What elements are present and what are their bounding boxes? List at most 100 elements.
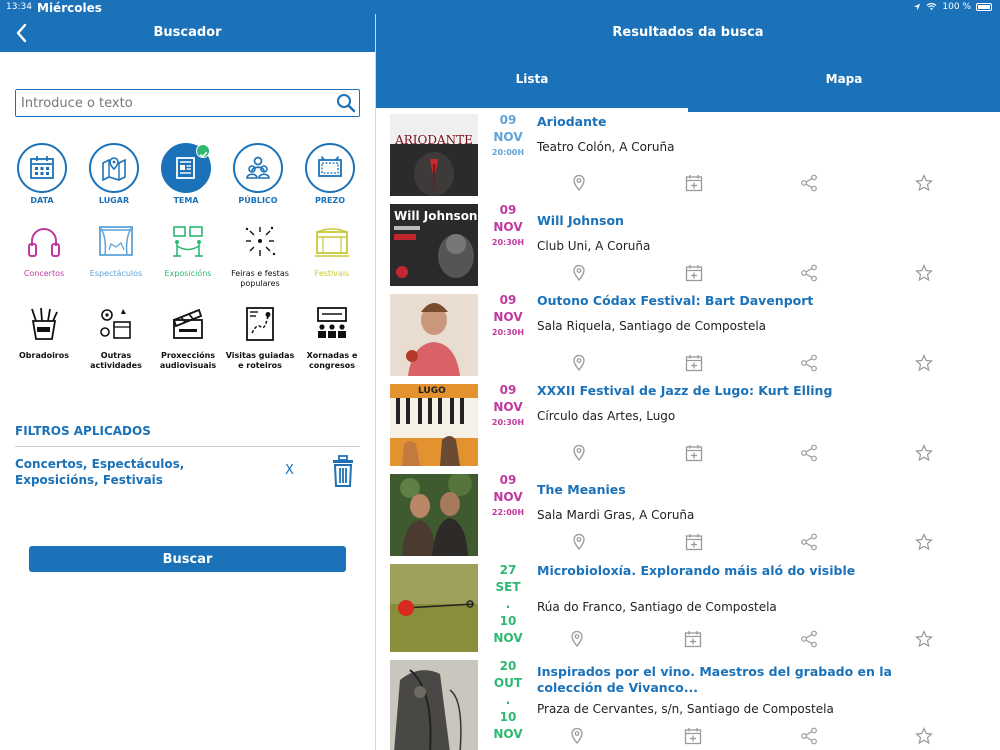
event-venue: Rúa do Franco, Santiago de Compostela <box>537 600 777 614</box>
event-thumbnail[interactable]: ARIODANTE <box>390 114 478 196</box>
favorite-star-icon[interactable] <box>915 264 933 282</box>
filter-prezo-circle <box>305 143 355 193</box>
add-calendar-icon[interactable] <box>685 264 703 282</box>
theme-concertos-label: Concertos <box>23 269 65 278</box>
event-thumbnail[interactable]: Will Johnson <box>390 204 478 286</box>
search-input[interactable] <box>16 90 335 116</box>
filter-publico[interactable]: PÚBLICO <box>222 143 294 205</box>
add-calendar-icon[interactable] <box>684 630 702 648</box>
status-bar: 13:34 Miércoles 9 de noviembre 100 % <box>0 0 1000 49</box>
event-title[interactable]: Ariodante <box>537 114 967 130</box>
filter-lugar[interactable]: LUGAR <box>78 143 150 205</box>
filter-lugar-circle <box>89 143 139 193</box>
theme-feiras[interactable]: Feiras e festas populares <box>224 223 296 289</box>
selected-check-icon <box>196 144 210 158</box>
add-calendar-icon[interactable] <box>685 444 703 462</box>
theme-xornadas-label: Xornadas e congresos <box>306 351 358 370</box>
filter-tema[interactable]: TEMA <box>150 143 222 205</box>
add-calendar-icon[interactable] <box>684 727 702 745</box>
status-time: 13:34 <box>6 2 32 12</box>
result-item[interactable]: 09 NOV 20:30H Outono Códax Festival: Bar… <box>376 292 1000 382</box>
festival-stage-icon <box>315 228 349 257</box>
add-calendar-icon[interactable] <box>685 354 703 372</box>
favorite-star-icon[interactable] <box>915 533 933 551</box>
trash-icon[interactable] <box>330 455 356 487</box>
share-icon[interactable] <box>800 354 818 372</box>
result-item[interactable]: 27 SET . 10 NOV Microbioloxía. Explorand… <box>376 562 1000 658</box>
event-thumbnail[interactable] <box>390 294 478 376</box>
event-title[interactable]: Inspirados por el vino. Maestros del gra… <box>537 664 957 696</box>
filter-prezo[interactable]: PREZO <box>294 143 366 205</box>
location-pin-icon[interactable] <box>570 444 588 462</box>
event-title[interactable]: Outono Códax Festival: Bart Davenport <box>537 293 967 309</box>
theme-obradoiros[interactable]: Obradoiros <box>8 305 80 361</box>
share-icon[interactable] <box>800 444 818 462</box>
event-venue: Círculo das Artes, Lugo <box>537 409 676 423</box>
tab-mapa[interactable]: Mapa <box>688 52 1000 112</box>
conference-icon <box>317 307 347 338</box>
battery-percentage: 100 % <box>942 2 971 12</box>
location-pin-icon[interactable] <box>570 533 588 551</box>
event-date: 09 NOV 20:00H <box>491 113 525 157</box>
search-icon[interactable] <box>335 92 357 114</box>
event-thumbnail[interactable] <box>390 474 478 556</box>
event-title[interactable]: XXXII Festival de Jazz de Lugo: Kurt Ell… <box>537 383 967 399</box>
map-pin-icon <box>102 157 126 182</box>
add-calendar-icon[interactable] <box>685 174 703 192</box>
share-icon[interactable] <box>800 630 818 648</box>
headphones-icon <box>28 228 60 257</box>
theme-exposicions[interactable]: Exposicións <box>152 223 224 279</box>
location-pin-icon[interactable] <box>568 630 586 648</box>
theme-visitas[interactable]: Visitas guiadas e roteiros <box>224 305 296 371</box>
theme-concertos[interactable]: Concertos <box>8 223 80 279</box>
wifi-icon <box>927 3 937 11</box>
favorite-star-icon[interactable] <box>915 727 933 745</box>
event-title[interactable]: The Meanies <box>537 482 967 498</box>
event-title[interactable]: Microbioloxía. Explorando máis aló do vi… <box>537 563 967 579</box>
filter-data[interactable]: DATA <box>6 143 78 205</box>
event-thumbnail[interactable]: LUGO <box>390 384 478 466</box>
favorite-star-icon[interactable] <box>915 174 933 192</box>
search-submit-button[interactable]: Buscar <box>29 546 346 572</box>
theme-feiras-label: Feiras e festas populares <box>231 269 289 288</box>
theme-visitas-label: Visitas guiadas e roteiros <box>225 351 295 370</box>
results-panel-title: Resultados da busca <box>612 25 764 40</box>
applied-filters-list: Concertos, Espectáculos, Exposicións, Fe… <box>15 457 185 487</box>
share-icon[interactable] <box>800 264 818 282</box>
event-title[interactable]: Will Johnson <box>537 213 967 229</box>
event-venue: Sala Riquela, Santiago de Compostela <box>537 319 767 333</box>
favorite-star-icon[interactable] <box>915 444 933 462</box>
favorite-star-icon[interactable] <box>915 630 933 648</box>
theme-espectaculos[interactable]: Espectáculos <box>80 223 152 279</box>
app-root: { "status_bar": {"time": "13:34", "date"… <box>0 0 1000 750</box>
share-icon[interactable] <box>800 727 818 745</box>
exhibition-icon <box>173 226 203 257</box>
favorite-star-icon[interactable] <box>915 354 933 372</box>
add-calendar-icon[interactable] <box>685 533 703 551</box>
theme-festivais[interactable]: Festivais <box>296 223 368 279</box>
event-thumbnail[interactable] <box>390 564 478 652</box>
result-item[interactable]: 09 NOV 22:00H The Meanies Sala Mardi Gra… <box>376 472 1000 562</box>
location-pin-icon[interactable] <box>570 264 588 282</box>
result-item[interactable]: LUGO 09 NOV 20:30H XXXII Festival de Jaz… <box>376 382 1000 472</box>
theme-outras-label: Outras actividades <box>90 351 142 370</box>
remove-filters-button[interactable]: X <box>285 463 294 478</box>
location-pin-icon[interactable] <box>570 174 588 192</box>
theme-proxeccions[interactable]: Proxeccións audiovisuais <box>152 305 224 371</box>
theme-xornadas[interactable]: Xornadas e congresos <box>296 305 368 371</box>
location-pin-icon[interactable] <box>570 354 588 372</box>
theme-outras[interactable]: Outras actividades <box>80 305 152 371</box>
share-icon[interactable] <box>800 533 818 551</box>
location-pin-icon[interactable] <box>568 727 586 745</box>
tools-icon <box>31 307 58 340</box>
location-arrow-icon <box>914 3 921 11</box>
event-thumbnail[interactable] <box>390 660 478 750</box>
theme-festivais-label: Festivais <box>314 269 350 278</box>
tab-lista[interactable]: Lista <box>376 52 688 112</box>
results-list: ARIODANTE 09 NOV 20:00H Ariodante Teatro… <box>376 112 1000 750</box>
result-item[interactable]: Will Johnson 09 NOV 20:30H Will Johnson … <box>376 202 1000 292</box>
event-date: 09 NOV 22:00H <box>491 473 525 517</box>
result-item[interactable]: ARIODANTE 09 NOV 20:00H Ariodante Teatro… <box>376 112 1000 202</box>
result-item[interactable]: 20 OUT . 10 NOV Inspirados por el vino. … <box>376 658 1000 750</box>
share-icon[interactable] <box>800 174 818 192</box>
